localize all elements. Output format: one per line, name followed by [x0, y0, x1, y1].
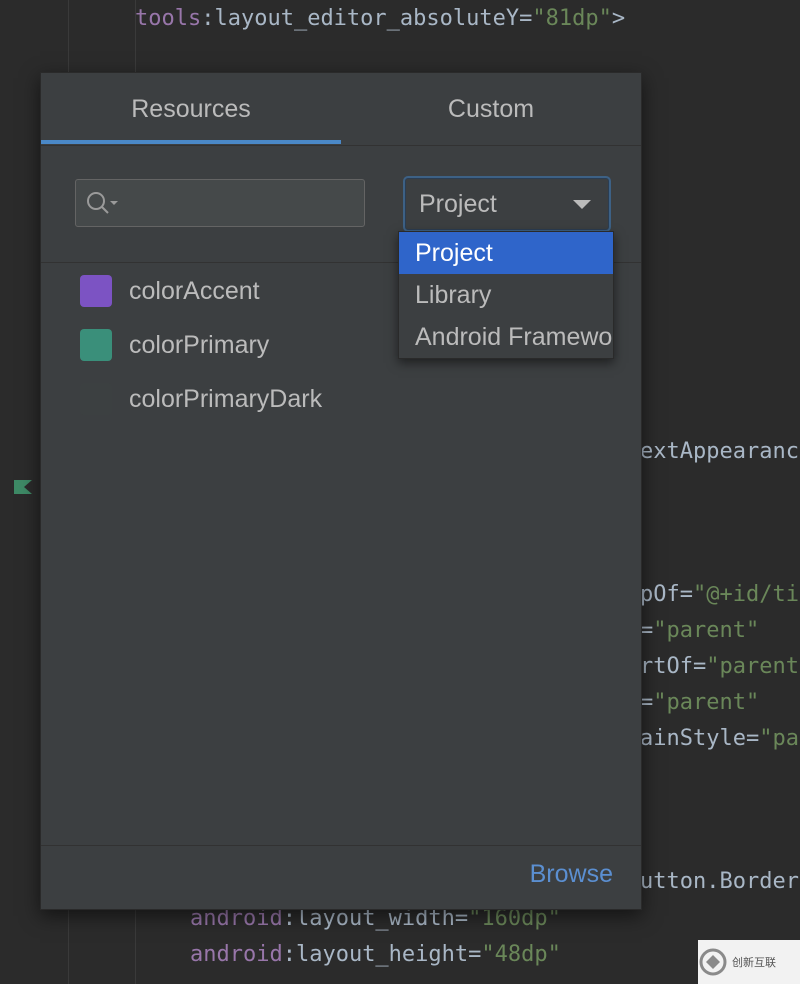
code-line: pOf="@+id/ti — [640, 582, 799, 607]
resource-name: colorPrimaryDark — [129, 385, 323, 413]
search-input[interactable] — [75, 179, 365, 227]
tab-bar: Resources Custom — [41, 73, 641, 146]
resource-name: colorPrimary — [129, 331, 270, 359]
popup-footer: Browse — [41, 846, 641, 909]
browse-link[interactable]: Browse — [530, 860, 613, 889]
dropdown-option-library[interactable]: Library — [399, 274, 613, 316]
resource-item-color-accent[interactable]: colorAccent — [80, 271, 380, 311]
color-swatch — [80, 275, 112, 307]
dropdown-option-project[interactable]: Project — [399, 232, 613, 274]
color-swatch — [80, 329, 112, 361]
code-line: ="parent" — [640, 618, 760, 643]
source-dropdown-value: Project — [419, 190, 497, 218]
resource-item-color-primary[interactable]: colorPrimary — [80, 325, 380, 365]
color-swatch — [80, 383, 112, 415]
dropdown-option-android-framework[interactable]: Android Framework — [399, 316, 613, 358]
logo-icon — [699, 948, 727, 976]
watermark-text: 创新互联 — [732, 956, 776, 969]
code-line: tools:layout_editor_absoluteY="81dp"> — [135, 6, 626, 31]
code-line: extAppearanc — [640, 439, 799, 464]
resource-name: colorAccent — [129, 277, 260, 305]
code-line: utton.Border — [640, 869, 799, 894]
code-line: ainStyle="pa — [640, 726, 799, 751]
code-line: rtOf="parent — [640, 654, 799, 679]
tab-custom[interactable]: Custom — [341, 73, 641, 145]
chevron-down-icon — [573, 200, 591, 209]
tab-resources[interactable]: Resources — [41, 73, 341, 145]
code-line: android:layout_height="48dp" — [190, 942, 561, 967]
resource-item-color-primary-dark[interactable]: colorPrimaryDark — [80, 379, 380, 419]
active-tab-indicator — [41, 140, 341, 144]
resource-picker-popup: Resources Custom Project colorAccent col… — [40, 72, 642, 910]
code-line: ="parent" — [640, 690, 760, 715]
watermark-logo: 创新互联 — [698, 940, 800, 984]
search-icon — [87, 192, 118, 214]
source-dropdown-menu: Project Library Android Framework — [398, 231, 614, 359]
source-dropdown[interactable]: Project — [403, 176, 611, 232]
gutter-flag-icon[interactable] — [14, 480, 32, 494]
